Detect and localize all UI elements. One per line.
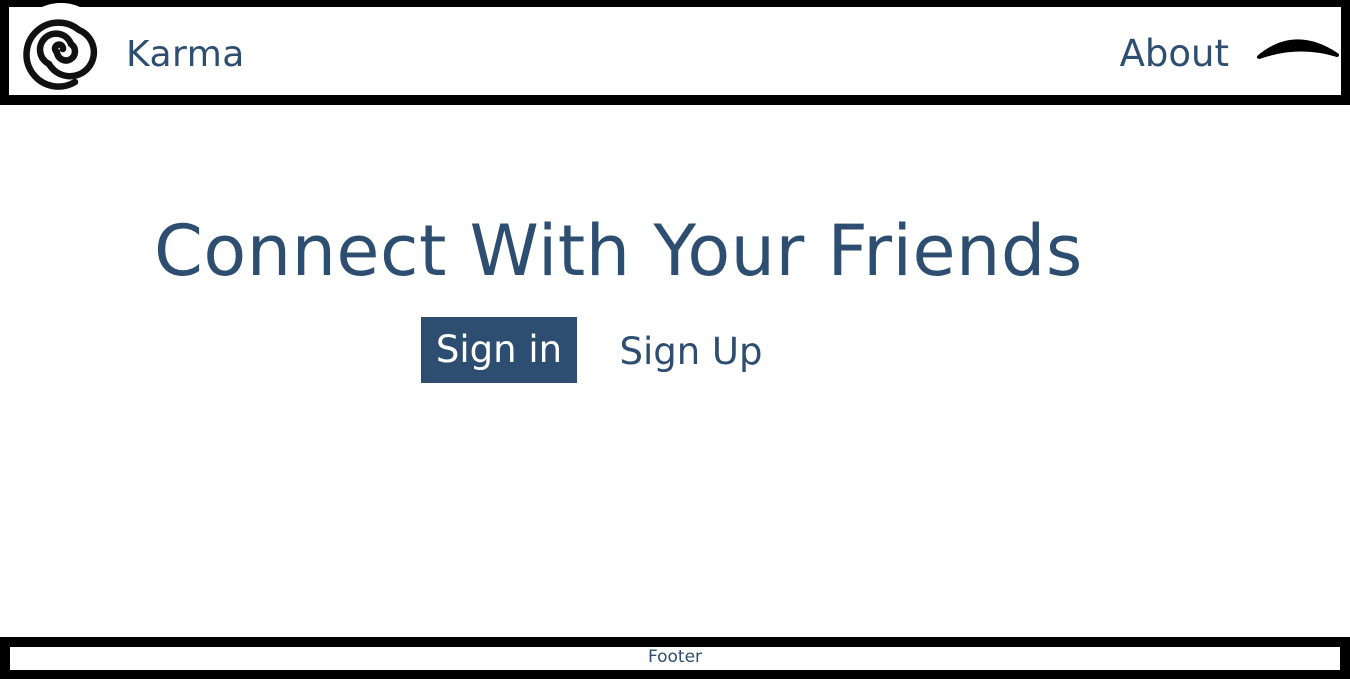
header-bar: Karma About (0, 0, 1350, 105)
page: Karma About Connect With Your Friends Si… (0, 0, 1350, 679)
sign-up-button[interactable]: Sign Up (611, 317, 771, 383)
nav-about-link[interactable]: About (1120, 32, 1229, 76)
menu-arc-graphic (1257, 39, 1339, 59)
logo-spiral-graphic (15, 3, 107, 95)
brand-name[interactable]: Karma (126, 33, 245, 77)
spiral-icon[interactable] (15, 3, 107, 95)
footer-bar: Footer (0, 637, 1350, 679)
sign-in-button[interactable]: Sign in (421, 317, 577, 383)
hero-title: Connect With Your Friends (154, 210, 1083, 292)
footer-text: Footer (647, 647, 703, 667)
eye-arc-icon[interactable] (1255, 33, 1341, 73)
